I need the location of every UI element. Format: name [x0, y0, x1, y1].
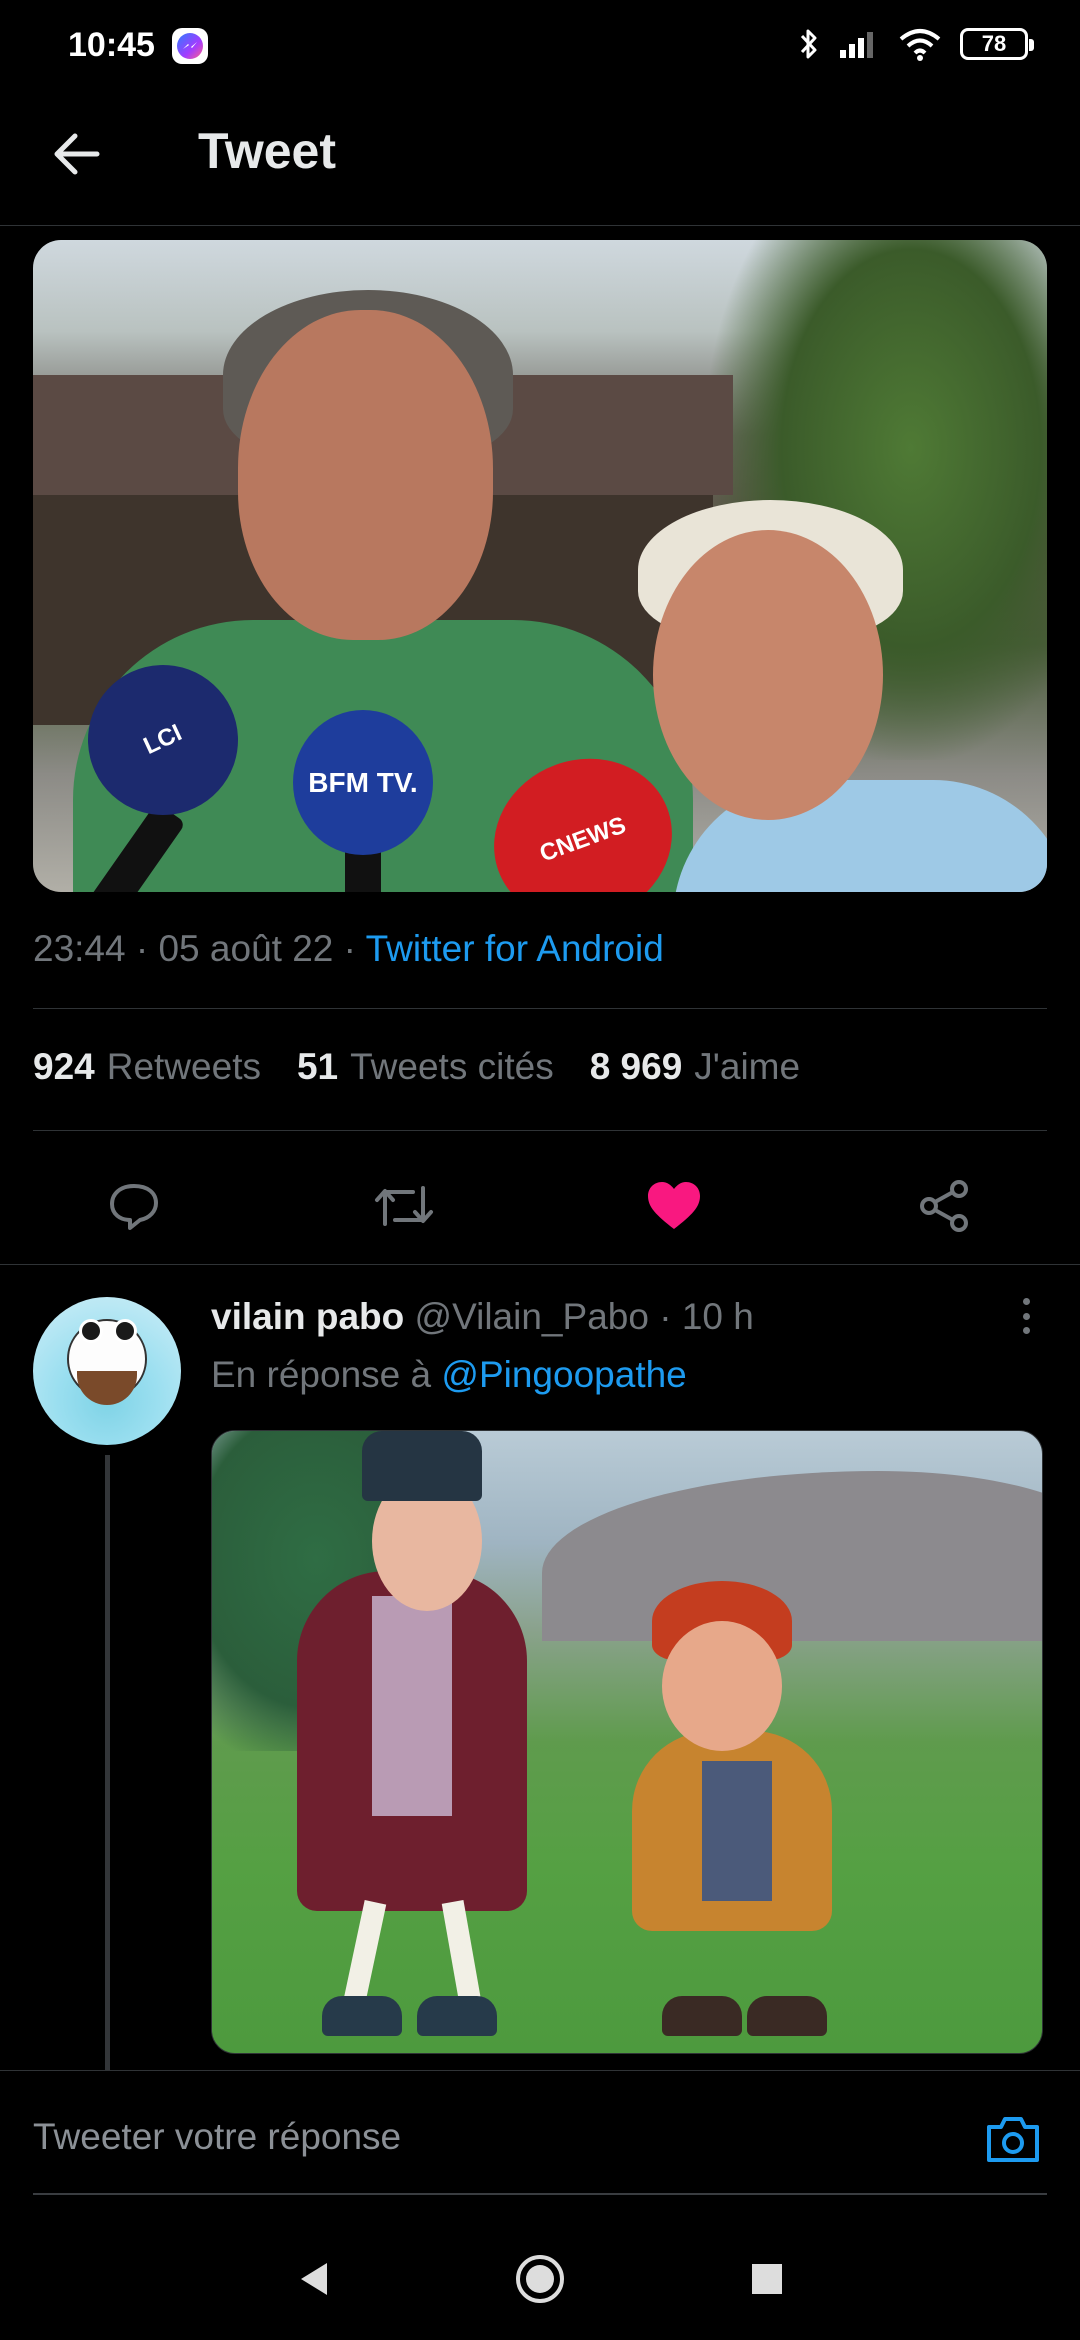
- retweets-label: Retweets: [106, 1046, 261, 1087]
- thread-line: [105, 1455, 110, 2070]
- likes-count: 8 969: [589, 1046, 683, 1087]
- likes-stat[interactable]: 8 969 J'aime: [590, 1046, 800, 1088]
- status-icons: 78: [798, 26, 1034, 62]
- divider: [0, 1264, 1080, 1265]
- likes-label: J'aime: [694, 1046, 801, 1087]
- tweet-meta: 23:44 · 05 août 22 · Twitter for Android: [33, 928, 664, 970]
- signal-icon: [840, 32, 873, 58]
- wifi-icon: [899, 29, 941, 61]
- reply-input[interactable]: Tweeter votre réponse: [33, 2116, 401, 2158]
- like-button[interactable]: [638, 1170, 710, 1242]
- quotes-stat[interactable]: 51 Tweets cités: [297, 1046, 554, 1088]
- page-title: Tweet: [198, 123, 336, 179]
- bluetooth-icon: [800, 29, 817, 59]
- reply-mention-link[interactable]: @Pingoopathe: [441, 1354, 686, 1395]
- divider: [33, 1008, 1047, 1009]
- battery-level: 78: [981, 31, 1007, 56]
- reply-button[interactable]: [98, 1170, 170, 1242]
- status-time: 10:45: [68, 26, 155, 64]
- nav-back-icon: [301, 2263, 327, 2295]
- arrow-left-icon: [54, 133, 100, 175]
- tweet-date: 05 août 22: [158, 928, 334, 969]
- more-vertical-icon: [1022, 1298, 1030, 1305]
- share-icon: [920, 1180, 968, 1232]
- nav-recents-button[interactable]: [732, 2244, 802, 2314]
- retweets-stat[interactable]: 924 Retweets: [33, 1046, 261, 1088]
- divider: [0, 2070, 1080, 2071]
- nav-home-icon: [516, 2255, 564, 2303]
- composer-underline: [33, 2193, 1047, 2195]
- tweet-photo[interactable]: LCI BFM TV. CNEWS: [33, 240, 1047, 892]
- reply-icon: [110, 1184, 158, 1230]
- tweet-source-link[interactable]: Twitter for Android: [366, 928, 664, 969]
- more-options-button[interactable]: [1006, 1294, 1046, 1338]
- retweet-button[interactable]: [368, 1170, 440, 1242]
- tweet-time: 23:44: [33, 928, 126, 969]
- share-button[interactable]: [908, 1170, 980, 1242]
- meta-separator: ·: [135, 928, 149, 969]
- mic-label-2: BFM TV.: [293, 710, 433, 855]
- divider: [33, 1130, 1047, 1131]
- nav-back-button[interactable]: [280, 2244, 350, 2314]
- back-button[interactable]: [40, 118, 112, 190]
- quotes-label: Tweets cités: [350, 1046, 554, 1087]
- reply-context: En réponse à @Pingoopathe: [211, 1354, 687, 1396]
- reply-header: vilain pabo @Vilain_Pabo · 10 h: [211, 1296, 754, 1338]
- tweet-stats: 924 Retweets 51 Tweets cités 8 969 J'aime: [33, 1046, 836, 1088]
- retweet-icon: [375, 1186, 433, 1226]
- reply-image[interactable]: [211, 1430, 1043, 2054]
- reply-avatar[interactable]: [33, 1297, 181, 1445]
- tweet-actions: [0, 1150, 1080, 1260]
- heart-filled-icon: [648, 1182, 700, 1229]
- reply-author-name[interactable]: vilain pabo: [211, 1296, 404, 1337]
- nav-home-button[interactable]: [505, 2244, 575, 2314]
- camera-icon: [987, 2117, 1039, 2162]
- top-app-bar: Tweet: [0, 96, 1080, 226]
- messenger-icon: [172, 28, 208, 64]
- reply-age: 10 h: [681, 1296, 754, 1337]
- reply-prefix: En réponse à: [211, 1354, 432, 1395]
- retweets-count: 924: [33, 1046, 95, 1087]
- camera-button[interactable]: [983, 2110, 1043, 2168]
- status-bar: 10:45 78: [0, 0, 1080, 96]
- meta-separator: ·: [659, 1296, 672, 1337]
- reply-author-handle[interactable]: @Vilain_Pabo: [415, 1296, 649, 1337]
- system-nav-bar: [0, 2214, 1080, 2340]
- quotes-count: 51: [296, 1046, 339, 1087]
- battery-indicator: 78: [960, 28, 1034, 60]
- meta-separator: ·: [343, 928, 356, 969]
- nav-recents-icon: [752, 2264, 782, 2294]
